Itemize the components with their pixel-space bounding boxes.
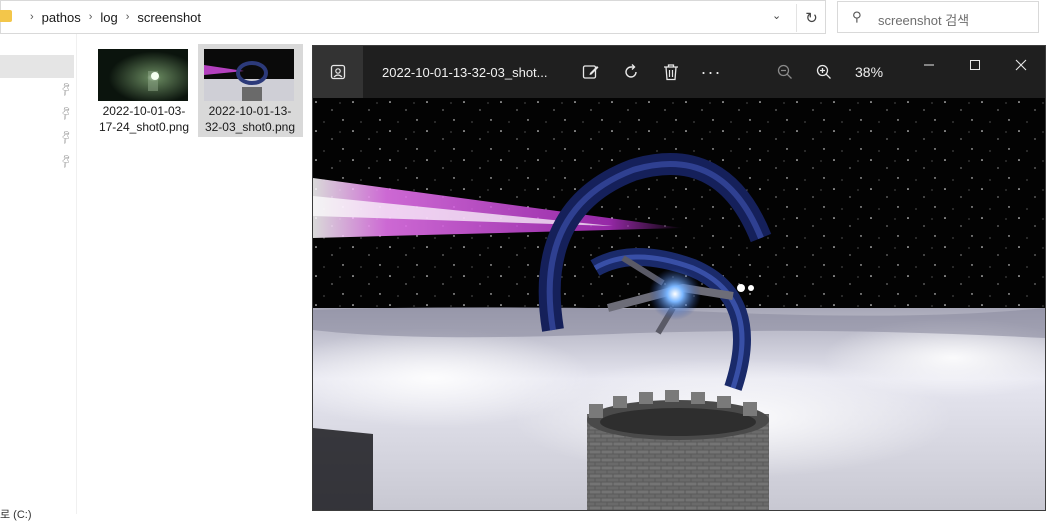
- pin-icon: 📌︎: [57, 153, 75, 170]
- file-name: 2022-10-01-03- 17-24_shot0.png: [98, 104, 190, 134]
- breadcrumb-pathos[interactable]: pathos: [42, 10, 81, 25]
- nav-item-selected[interactable]: [0, 55, 74, 78]
- delete-icon[interactable]: [661, 62, 681, 82]
- pin-icon: 📌︎: [57, 105, 75, 122]
- close-icon[interactable]: [1009, 55, 1033, 75]
- refresh-button[interactable]: ↻: [796, 4, 826, 32]
- breadcrumb-log[interactable]: log: [100, 10, 117, 25]
- breadcrumb-screenshot[interactable]: screenshot: [137, 10, 201, 25]
- image-icon[interactable]: [313, 46, 363, 98]
- refresh-icon: ↻: [805, 10, 818, 27]
- pin-icon: 📌︎: [57, 81, 75, 98]
- file-thumbnail: [204, 49, 294, 101]
- chevron-right-icon: ›: [30, 11, 34, 23]
- viewer-toolbar: 2022-10-01-13-32-03_shot... ··· 38%: [313, 46, 1045, 98]
- address-bar[interactable]: › pathos › log › screenshot ⌄ ↻: [0, 0, 826, 34]
- file-name: 2022-10-01-13- 32-03_shot0.png: [204, 104, 296, 134]
- rotate-icon[interactable]: [621, 62, 641, 82]
- search-input[interactable]: ⚲ screenshot 검색: [837, 1, 1039, 33]
- chevron-right-icon: ›: [88, 11, 93, 23]
- search-icon: ⚲: [852, 9, 862, 24]
- chevron-right-icon: ›: [125, 11, 130, 23]
- screenshot-image: [313, 98, 1045, 510]
- chevron-down-icon[interactable]: ⌄: [772, 9, 781, 22]
- drive-item-label[interactable]: 로 (C:): [0, 506, 32, 522]
- zoom-level: 38%: [855, 64, 884, 80]
- file-item-selected[interactable]: 2022-10-01-13- 32-03_shot0.png: [203, 46, 307, 138]
- file-item[interactable]: 2022-10-01-03- 17-24_shot0.png: [97, 46, 201, 138]
- minimize-icon[interactable]: [917, 55, 941, 75]
- more-icon[interactable]: ···: [699, 62, 723, 82]
- folder-icon: [0, 10, 12, 22]
- zoom-in-icon[interactable]: [814, 62, 834, 82]
- search-placeholder: screenshot 검색: [878, 13, 970, 28]
- maximize-icon[interactable]: [963, 55, 987, 75]
- photo-viewer-window: 2022-10-01-13-32-03_shot... ··· 38%: [313, 46, 1045, 510]
- viewer-title: 2022-10-01-13-32-03_shot...: [382, 65, 548, 80]
- navigation-pane: 📌︎ 📌︎ 📌︎ 📌︎ 로 (C:): [0, 34, 77, 521]
- file-thumbnail: [98, 49, 188, 101]
- edit-icon[interactable]: [581, 62, 601, 82]
- pin-icon: 📌︎: [57, 129, 75, 146]
- zoom-out-icon[interactable]: [775, 62, 795, 82]
- breadcrumb: › pathos › log › screenshot: [22, 1, 201, 33]
